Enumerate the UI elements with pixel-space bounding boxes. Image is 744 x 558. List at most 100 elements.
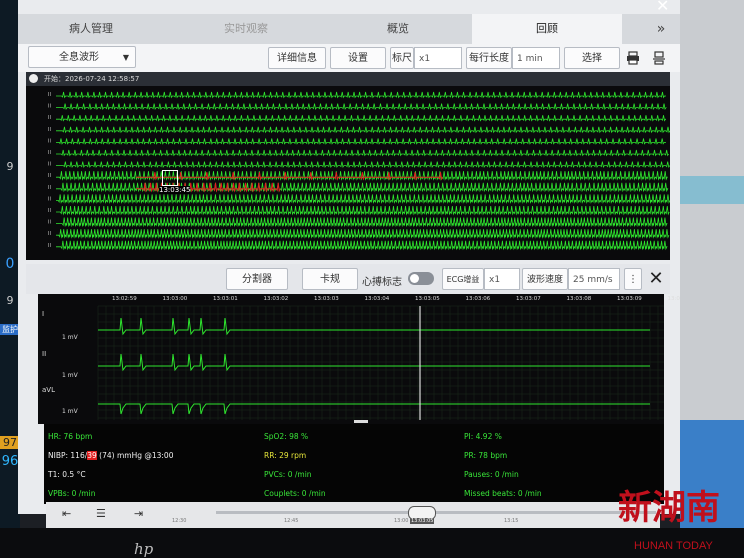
tab-patient-management[interactable]: 病人管理	[18, 14, 164, 44]
scale-select[interactable]: x1	[414, 47, 462, 69]
next-icon[interactable]: ⇥	[134, 507, 143, 520]
tab-review[interactable]: 回顾	[472, 14, 622, 44]
select-button[interactable]: 选择	[564, 47, 620, 69]
timeline-track[interactable]	[216, 511, 656, 514]
scale-label: 标尺	[390, 47, 414, 69]
export-icon[interactable]	[652, 50, 666, 65]
timeline-tick-4: 13:15	[504, 518, 519, 524]
lead-label-avl: aVL	[42, 386, 55, 394]
overview-lead-label: II	[48, 173, 51, 179]
speed-select[interactable]: 25 mm/s	[568, 268, 620, 290]
left-strip-value-5: 96	[1, 454, 19, 469]
caliper-button[interactable]: 卡规	[302, 268, 358, 290]
overview-ecg-trace	[56, 91, 666, 99]
lead-label-i: I	[42, 310, 45, 318]
overview-lead-label: II	[48, 104, 51, 110]
overview-lead-label: II	[48, 162, 51, 168]
time-tick-label: 13:03:04	[364, 296, 390, 302]
settings-button[interactable]: 设置	[330, 47, 386, 69]
close-icon[interactable]: ✕	[656, 0, 676, 14]
pauses-value: Pauses: 0 /min	[464, 470, 519, 479]
tab-bar: 病人管理 实时观察 概览 回顾 »	[18, 14, 680, 45]
beat-mark-toggle[interactable]	[408, 272, 434, 285]
detail-waveform-panel[interactable]: 13:02:59 13:03:00 13:03:01 13:03:02 13:03:03…	[38, 294, 680, 424]
overview-waveforms: II II II II II II II II II II II II II II	[48, 91, 670, 251]
more-tabs-icon[interactable]: »	[646, 14, 676, 44]
overview-ecg-trace	[56, 229, 670, 239]
detail-info-button[interactable]: 详细信息	[268, 47, 326, 69]
overview-ecg-trace	[56, 161, 670, 168]
watermark-logo: 新湖南	[618, 488, 720, 528]
left-strip-monitor-label[interactable]: 监护	[0, 324, 20, 335]
marker-time: 13:03:45	[159, 186, 191, 194]
chevron-down-icon: ▼	[122, 53, 129, 62]
overview-lead-label: II	[48, 115, 51, 121]
scale-label-2: 1 mV	[62, 372, 78, 379]
pr-value: PR: 78 bpm	[464, 451, 508, 460]
print-icon[interactable]	[626, 50, 640, 65]
overview-lead-label: II	[48, 208, 51, 214]
nibp-suffix: (74) mmHg @13:00	[96, 451, 174, 460]
overview-ecg-trace	[56, 149, 669, 157]
collapse-icon[interactable]	[29, 74, 38, 83]
overview-lead-label: II	[48, 243, 51, 249]
watermark-subtitle: HUNAN TODAY	[634, 540, 713, 552]
scale-label-3: 1 mV	[62, 408, 78, 415]
overview-waveform-panel[interactable]: 开始：2026-07-24 12:58:57 II II II II II II II II I…	[26, 72, 670, 260]
left-monitor-strip: 9 0 9 监护 97 96	[0, 0, 20, 558]
overview-ecg-trace	[56, 217, 668, 228]
vpbs-value: VPBs: 0 /min	[48, 489, 96, 498]
background-wall	[680, 0, 744, 528]
waveform-select[interactable]: 全息波形 ▼	[28, 46, 136, 68]
nibp-value: NIBP: 116/39 (74) mmHg @13:00	[48, 451, 173, 460]
detail-ecg-trace	[98, 317, 650, 336]
nibp-diastolic-alarm: 39	[87, 451, 97, 460]
missed-beats-value: Missed beats: 0 /min	[464, 489, 542, 498]
row-length-label: 每行长度	[466, 47, 512, 69]
time-tick-label: 13:03:00	[162, 296, 188, 302]
timeline-navbar: ⇤ ☰ ⇥ 12:30 12:45 13:00 13:15 13:03:05	[46, 502, 660, 528]
monitor-bezel: hp	[0, 528, 744, 558]
speed-label: 波形速度	[522, 268, 568, 290]
ecg-gain-select[interactable]: x1	[484, 268, 520, 290]
time-tick-label: 13:03:08	[566, 296, 592, 302]
overview-lead-label: II	[48, 196, 51, 202]
time-tick-label: 13:02:59	[112, 296, 137, 302]
time-tick-label: 13:03	[667, 296, 681, 302]
overview-lead-label: II	[48, 231, 51, 237]
prev-icon[interactable]: ⇤	[62, 507, 71, 520]
overview-lead-label: II	[48, 185, 51, 191]
detail-ecg-trace	[98, 403, 650, 415]
close-detail-icon[interactable]: ✕	[646, 268, 666, 290]
time-tick-label: 13:03:05	[415, 296, 440, 302]
left-strip-value-3: 9	[6, 294, 14, 307]
timeline-tick-3: 13:00	[394, 518, 409, 524]
left-strip-value-2: 0	[5, 256, 15, 272]
spo2-value: SpO2: 98 %	[264, 432, 309, 441]
detail-control-bar: 分割器 卡规 心搏标志 ECG增益 x1 波形速度 25 mm/s ⋮ ✕	[26, 264, 670, 294]
more-options-icon[interactable]: ⋮	[624, 268, 642, 290]
overview-ecg-trace	[56, 240, 668, 251]
overview-lead-label: II	[48, 127, 51, 133]
left-strip-value-4: 97	[0, 436, 20, 449]
tab-overview[interactable]: 概览	[328, 14, 468, 44]
list-icon[interactable]: ☰	[96, 507, 106, 520]
time-tick-label: 13:03:07	[516, 296, 541, 302]
row-length-select[interactable]: 1 min	[512, 47, 560, 69]
overview-lead-label: II	[48, 220, 51, 226]
toggle-knob	[410, 274, 419, 283]
splitter-button[interactable]: 分割器	[226, 268, 288, 290]
time-tick-label: 13:03:02	[263, 296, 289, 302]
left-strip-value-1: 9	[6, 160, 14, 173]
selection-marker[interactable]	[162, 170, 178, 186]
timeline-tick-1: 12:30	[172, 518, 187, 524]
waveform-select-label: 全息波形	[59, 52, 99, 63]
overview-ecg-trace	[56, 138, 666, 145]
ecg-gain-label: ECG增益	[442, 268, 484, 290]
monitor-screen: 病人管理 实时观察 概览 回顾 » ✕ 全息波形 ▼ 详细信息 设置 标尺 x1…	[18, 0, 680, 514]
tab-realtime-view[interactable]: 实时观察	[176, 14, 316, 44]
beat-mark-label: 心搏标志	[362, 277, 402, 288]
scroll-handle[interactable]	[354, 420, 368, 423]
hr-value: HR: 76 bpm	[48, 432, 93, 441]
time-tick-label: 13:03:09	[617, 296, 642, 302]
